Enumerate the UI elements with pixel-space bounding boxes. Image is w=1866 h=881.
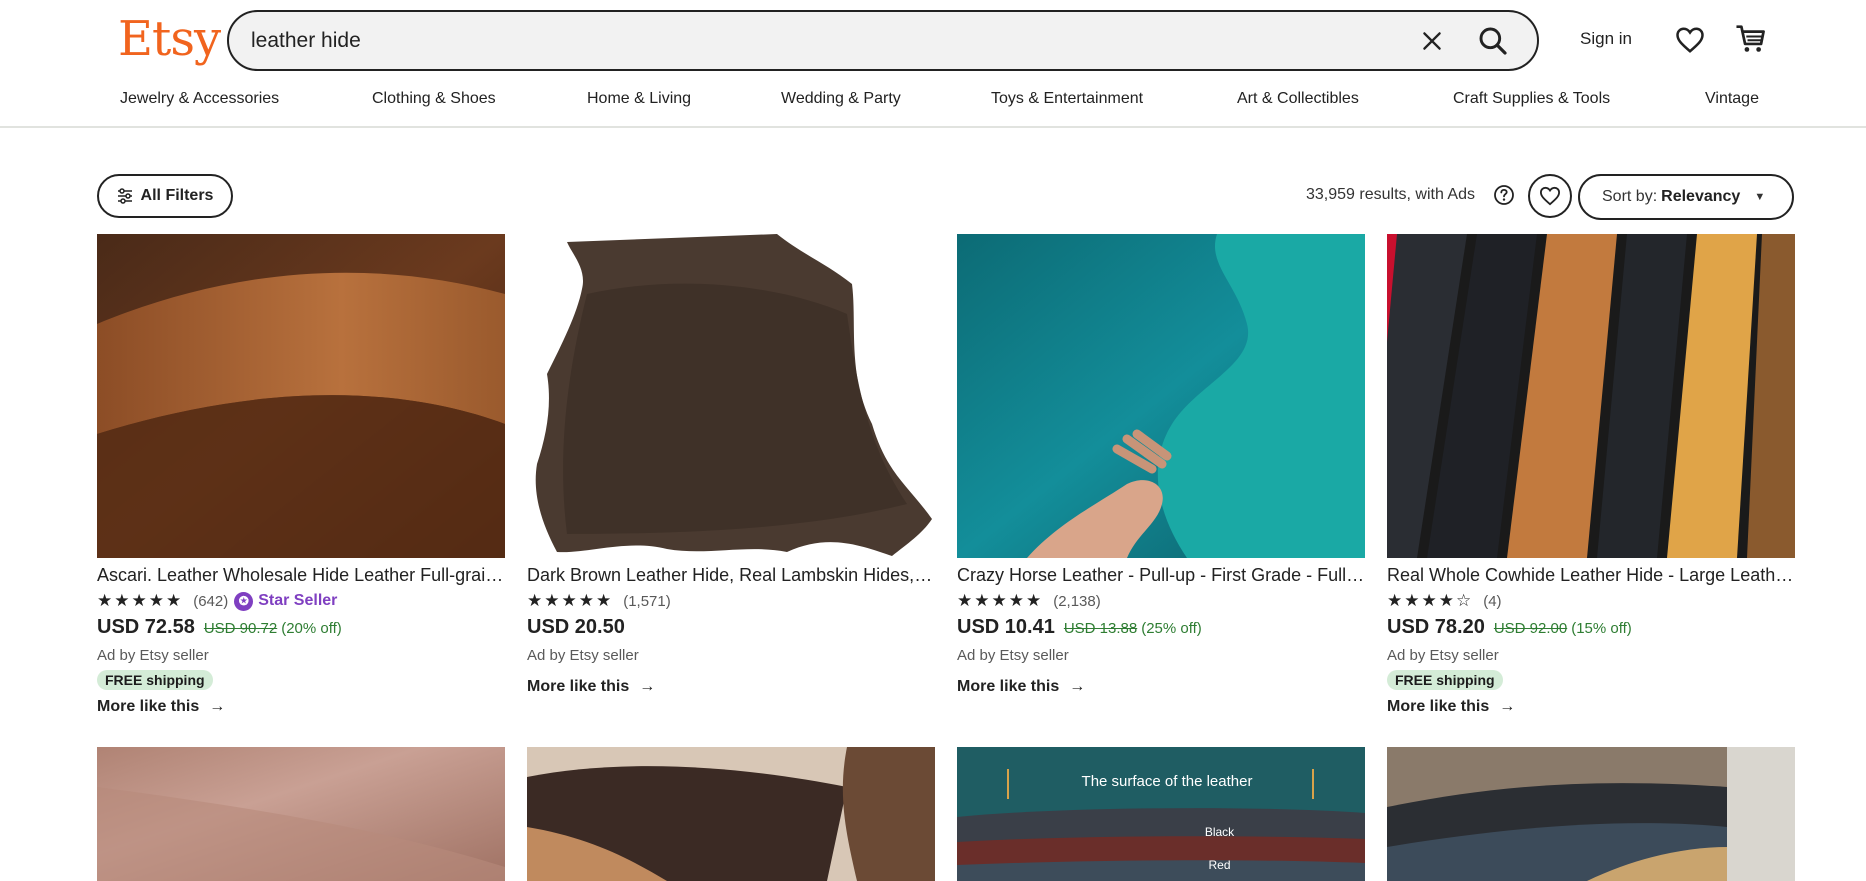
product-title[interactable]: Real Whole Cowhide Leather Hide - Large …	[1387, 564, 1795, 586]
star-rating: ★★★★★	[957, 591, 1044, 610]
product-image[interactable]	[97, 234, 505, 558]
product-image[interactable]	[97, 747, 505, 881]
ad-label: Ad by Etsy seller	[97, 647, 209, 664]
discount: (20% off)	[281, 620, 342, 637]
price-row: USD 10.41 USD 13.88 (25% off)	[957, 616, 1365, 639]
arrow-right-icon: →	[1069, 678, 1086, 695]
discount: (15% off)	[1571, 620, 1632, 637]
product-price: USD 72.58	[97, 616, 195, 638]
more-like-this-label: More like this	[1387, 698, 1490, 715]
star-rating: ★★★★★	[527, 591, 614, 610]
ad-label: Ad by Etsy seller	[527, 647, 639, 664]
price-row: USD 72.58 USD 90.72 (20% off)	[97, 616, 505, 639]
all-filters-button[interactable]: All Filters	[97, 174, 233, 218]
price-row: USD 20.50	[527, 616, 935, 639]
product-rating: ★★★★★ (2,138)	[957, 591, 1365, 611]
nav-art-collectibles[interactable]: Art & Collectibles	[1237, 90, 1359, 108]
nav-craft-supplies-tools[interactable]: Craft Supplies & Tools	[1453, 90, 1610, 108]
favorites-heart-icon[interactable]	[1675, 26, 1705, 54]
nav-wedding-party[interactable]: Wedding & Party	[781, 90, 901, 108]
caret-down-icon: ▼	[1754, 191, 1766, 203]
star-rating: ★★★★★	[97, 591, 184, 610]
more-like-this-link[interactable]: More like this →	[97, 698, 505, 716]
review-count: (1,571)	[623, 592, 671, 610]
nav-jewelry-accessories[interactable]: Jewelry & Accessories	[120, 90, 279, 108]
more-like-this-link[interactable]: More like this →	[957, 678, 1365, 696]
original-price: USD 13.88	[1063, 620, 1138, 637]
original-price: USD 90.72	[203, 620, 278, 637]
search-bar	[227, 10, 1539, 71]
etsy-logo[interactable]: Etsy	[118, 10, 221, 68]
product-card[interactable]: Dark Brown Leather Hide, Real Lambskin H…	[527, 234, 935, 696]
star-seller-icon: ✪	[234, 591, 254, 611]
product-rating: ★★★★★ (1,571)	[527, 591, 935, 611]
more-like-this-label: More like this	[97, 698, 200, 715]
product-price: USD 78.20	[1387, 616, 1485, 638]
help-icon[interactable]	[1493, 184, 1515, 206]
product-image[interactable]	[527, 234, 935, 558]
sign-in-link[interactable]: Sign in	[1580, 29, 1632, 49]
star-rating: ★★★★☆	[1387, 591, 1474, 610]
product-image[interactable]	[1387, 747, 1795, 881]
heart-icon	[1539, 186, 1561, 206]
arrow-right-icon: →	[639, 678, 656, 695]
image-label-black: Black	[1204, 825, 1235, 839]
product-title[interactable]: Ascari. Leather Wholesale Hide Leather F…	[97, 564, 505, 586]
nav-toys-entertainment[interactable]: Toys & Entertainment	[991, 90, 1143, 108]
product-rating: ★★★★★ (642) ✪ Star Seller	[97, 591, 505, 611]
original-price: USD 92.00	[1493, 620, 1568, 637]
nav-vintage[interactable]: Vintage	[1705, 90, 1759, 108]
price-row: USD 78.20 USD 92.00 (15% off)	[1387, 616, 1795, 639]
product-card[interactable]: Real Whole Cowhide Leather Hide - Large …	[1387, 234, 1795, 716]
star-seller-badge: ✪ Star Seller	[234, 591, 338, 611]
category-nav: Jewelry & Accessories Clothing & Shoes H…	[0, 90, 1866, 112]
product-image[interactable]: The surface of the leather Black Red	[957, 747, 1365, 881]
more-like-this-link[interactable]: More like this →	[1387, 698, 1795, 716]
filters-icon	[117, 188, 132, 204]
clear-search-icon[interactable]	[1419, 28, 1445, 54]
product-card[interactable]: Ascari. Leather Wholesale Hide Leather F…	[97, 234, 505, 716]
sort-prefix: Sort by:	[1602, 188, 1658, 205]
review-count: (4)	[1483, 592, 1502, 610]
sort-dropdown[interactable]: Sort by: Relevancy ▼	[1578, 174, 1794, 220]
sort-value: Relevancy	[1661, 188, 1741, 205]
product-price: USD 20.50	[527, 616, 625, 638]
free-shipping-badge: FREE shipping	[97, 670, 213, 690]
star-seller-label: Star Seller	[258, 592, 338, 609]
free-shipping-badge: FREE shipping	[1387, 670, 1503, 690]
ad-label: Ad by Etsy seller	[1387, 647, 1499, 664]
arrow-right-icon: →	[209, 698, 226, 715]
product-image[interactable]	[957, 234, 1365, 558]
arrow-right-icon: →	[1499, 698, 1516, 715]
product-title[interactable]: Dark Brown Leather Hide, Real Lambskin H…	[527, 564, 935, 586]
product-price: USD 10.41	[957, 616, 1055, 638]
product-title[interactable]: Crazy Horse Leather - Pull-up - First Gr…	[957, 564, 1365, 586]
more-like-this-link[interactable]: More like this →	[527, 678, 935, 696]
product-image[interactable]	[527, 747, 935, 881]
more-like-this-label: More like this	[957, 678, 1060, 695]
ad-label: Ad by Etsy seller	[957, 647, 1069, 664]
more-like-this-label: More like this	[527, 678, 630, 695]
image-caption: The surface of the leather	[1081, 773, 1253, 790]
cart-icon[interactable]	[1734, 23, 1766, 55]
product-card[interactable]: Crazy Horse Leather - Pull-up - First Gr…	[957, 234, 1365, 696]
search-icon[interactable]	[1477, 25, 1509, 57]
product-rating: ★★★★☆ (4)	[1387, 591, 1795, 611]
all-filters-label: All Filters	[140, 187, 214, 204]
image-label-red: Red	[1208, 858, 1231, 872]
save-search-button[interactable]	[1528, 174, 1572, 218]
search-input[interactable]	[251, 12, 1401, 69]
discount: (25% off)	[1141, 620, 1202, 637]
review-count: (2,138)	[1053, 592, 1101, 610]
review-count: (642)	[193, 592, 229, 610]
nav-home-living[interactable]: Home & Living	[587, 90, 691, 108]
nav-clothing-shoes[interactable]: Clothing & Shoes	[372, 90, 496, 108]
results-count: 33,959 results, with Ads	[1306, 186, 1475, 203]
product-image[interactable]	[1387, 234, 1795, 558]
site-header: Etsy Sign in Jewelry & Accessories Cloth…	[0, 0, 1866, 128]
